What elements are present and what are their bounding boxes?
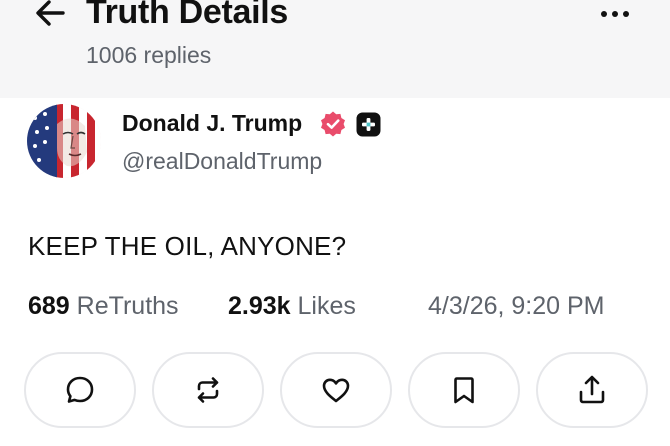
more-options-button[interactable] (594, 2, 636, 26)
page-title: Truth Details (86, 0, 289, 31)
retruths-count: 689 (28, 292, 70, 320)
arrow-left-icon (36, 0, 65, 26)
retruth-button[interactable] (152, 352, 264, 428)
reply-count: 1006 replies (86, 42, 212, 68)
likes-stat[interactable]: 2.93k Likes (228, 290, 356, 322)
more-horizontal-icon (601, 11, 607, 17)
bookmark-icon (454, 377, 474, 404)
like-button[interactable] (280, 352, 392, 428)
plus-badge-icon (356, 112, 381, 137)
page-header: Truth Details 1006 replies (0, 0, 670, 98)
avatar[interactable] (27, 104, 101, 178)
more-dot (623, 11, 629, 17)
retruths-stat[interactable]: 689 ReTruths (28, 290, 179, 322)
flag-portrait-image (27, 104, 101, 178)
share-icon (579, 375, 605, 404)
back-button[interactable] (30, 0, 70, 30)
comment-icon (66, 376, 94, 403)
post-text: KEEP THE OIL, ANYONE? (28, 231, 347, 261)
heart-icon (322, 378, 350, 403)
repost-icon (197, 377, 219, 403)
more-dot (612, 11, 618, 17)
likes-count: 2.93k (228, 292, 291, 320)
retruths-label: ReTruths (76, 292, 179, 320)
post-timestamp: 4/3/26, 9:20 PM (428, 292, 605, 320)
share-button[interactable] (536, 352, 648, 428)
author-handle[interactable]: @realDonaldTrump (122, 146, 322, 176)
likes-label: Likes (297, 292, 356, 320)
reply-button[interactable] (24, 352, 136, 428)
verified-badge-icon (319, 110, 347, 138)
bookmark-button[interactable] (408, 352, 520, 428)
author-name[interactable]: Donald J. Trump (122, 108, 302, 138)
